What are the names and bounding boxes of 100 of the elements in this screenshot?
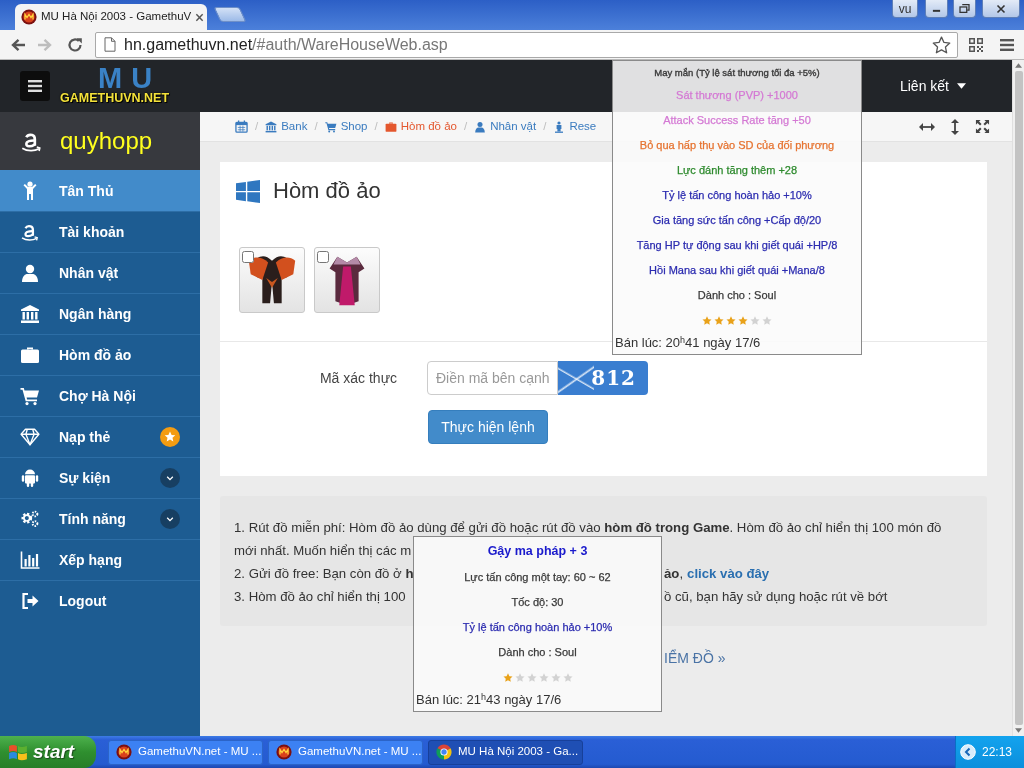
- breadcrumb-link[interactable]: Hòm đồ ảo: [384, 117, 457, 136]
- item-checkbox[interactable]: [242, 251, 254, 263]
- ring-logo-icon: [436, 744, 452, 760]
- bookmark-star-icon[interactable]: [932, 35, 951, 54]
- calendar-icon[interactable]: [235, 120, 248, 133]
- star-icon: [550, 673, 561, 682]
- gears-icon: [20, 509, 40, 529]
- emblem-icon: [21, 9, 37, 25]
- taskbar-button[interactable]: GamethuVN.net - MU ...: [268, 739, 423, 765]
- star-icon: [726, 316, 736, 325]
- back-icon[interactable]: [10, 37, 26, 52]
- breadcrumb-separator: /: [313, 118, 319, 134]
- star-badge-icon: [160, 427, 180, 447]
- windows-icon: [236, 179, 260, 203]
- captcha-input[interactable]: Điền mã bên cạnh: [427, 361, 558, 395]
- breadcrumb-link[interactable]: Shop: [324, 117, 368, 136]
- stat-line: Tỷ lệ tấn công hoàn hảo +10%: [662, 189, 812, 202]
- sidebar-item[interactable]: Tính năng: [0, 498, 200, 539]
- info-text: ảo,: [664, 565, 684, 583]
- sidebar-item[interactable]: Nạp thẻ: [0, 416, 200, 457]
- sidebar-item[interactable]: Sự kiện: [0, 457, 200, 498]
- username: quyhopp: [60, 126, 153, 156]
- stat-line: Attack Success Rate tăng +50: [663, 114, 811, 127]
- robot-icon: [20, 468, 40, 488]
- caret-icon: [957, 83, 966, 89]
- info-text: ồ cũ, bạn hãy sử dụng hoặc rút về bớt: [664, 588, 888, 606]
- captcha-label: Mã xác thực: [319, 369, 397, 386]
- reload-icon[interactable]: [67, 36, 83, 53]
- stat-line: Tăng HP tự động sau khi giết quái +HP/8: [636, 239, 838, 252]
- item-tile[interactable]: [314, 247, 380, 313]
- clock-text: 22:13: [982, 744, 1013, 761]
- taskbar-button[interactable]: MU Hà Nội 2003 - Ga...: [428, 739, 583, 765]
- item-name: Gậy ma pháp + 3: [487, 542, 588, 560]
- stat-line: Dành cho : Soul: [697, 289, 777, 302]
- scroll-up-icon[interactable]: [1015, 63, 1022, 68]
- user-icon: [474, 120, 487, 133]
- emblem-icon: [276, 744, 292, 760]
- start-button[interactable]: start: [0, 736, 96, 768]
- smile-logo-icon: [20, 222, 40, 242]
- address-field[interactable]: hn.gamethuvn.net/#auth/WareHouseWeb.asp: [95, 31, 958, 58]
- breadcrumb-link[interactable]: Rese: [553, 117, 597, 136]
- logo-text: GAMETHUVN.NET: [60, 91, 170, 105]
- sidebar-item[interactable]: Tân Thủ: [0, 170, 200, 211]
- profile-button[interactable]: vu: [892, 0, 918, 18]
- stat-line: Tỷ lệ tấn công hoàn hảo +10%: [462, 621, 613, 634]
- cart-icon: [20, 386, 40, 406]
- sidebar-item[interactable]: Hòm đồ ảo: [0, 334, 200, 375]
- scrollbar-thumb[interactable]: [1014, 71, 1023, 725]
- minimize-button[interactable]: [925, 0, 948, 18]
- stat-line: Gia tăng sức tấn công +Cấp độ/20: [652, 214, 822, 227]
- close-button[interactable]: [982, 0, 1020, 18]
- stat-line: Tốc độ: 30: [511, 596, 564, 609]
- breadcrumb-separator: /: [462, 118, 469, 134]
- star-icon: [750, 316, 760, 325]
- info-text: 1. Rút đồ miễn phí: Hòm đồ ảo dùng để gửi đồ hoặc rút đồ vào hòm đồ trong Game. Hòm đồ ảo chỉ hiển thị 100 món đồ: [234, 519, 942, 537]
- info-text: 2. Gửi đồ free: Bạn còn đồ ở h: [234, 565, 414, 583]
- close-icon[interactable]: [195, 12, 205, 22]
- star-icon: [762, 316, 772, 325]
- breadcrumb-link[interactable]: Nhân vật: [474, 117, 537, 136]
- submit-button[interactable]: Thực hiện lệnh: [428, 410, 548, 444]
- breadcrumb-link[interactable]: Bank: [265, 117, 308, 136]
- item-checkbox[interactable]: [317, 251, 329, 263]
- breadcrumb-separator: /: [254, 118, 260, 134]
- stat-line: Lực tấn công một tay: 60 ~ 62: [464, 571, 611, 584]
- star-icon: [714, 316, 724, 325]
- sale-time: Bán lúc: 20$^{h}$41 ngày 17/6: [615, 335, 761, 351]
- restore-button[interactable]: [953, 0, 976, 18]
- click-here-link[interactable]: click vào đây: [687, 562, 770, 585]
- footer-link[interactable]: IỂM ĐỒ »: [664, 650, 726, 666]
- page-icon: [104, 37, 116, 52]
- qr-code-icon[interactable]: [968, 36, 984, 53]
- logo-letters: MU: [98, 67, 162, 90]
- close-icon: [996, 3, 1006, 14]
- stat-line: May mắn (Tỷ lệ sát thương tối đa +5%): [654, 65, 820, 79]
- links-menu[interactable]: Liên kết: [899, 75, 966, 97]
- scrollbar[interactable]: [1012, 60, 1024, 736]
- stat-line: Hồi Mana sau khi giết quái +Mana/8: [649, 264, 825, 277]
- briefcase-icon: [20, 345, 40, 365]
- star-icon: [562, 673, 573, 682]
- star-icon: [702, 316, 712, 325]
- browser-tab[interactable]: MU Hà Nội 2003 - GamethuV: [15, 4, 207, 30]
- sidebar-item[interactable]: Ngân hàng: [0, 293, 200, 334]
- item-tile[interactable]: [239, 247, 305, 313]
- vertical-arrows-icon[interactable]: [950, 118, 960, 135]
- restore-icon: [959, 4, 970, 13]
- star-icon: [502, 673, 513, 682]
- star-icon: [738, 316, 748, 325]
- menu-button[interactable]: [20, 71, 50, 101]
- url-text: hn.gamethuvn.net/#auth/WareHouseWeb.asp: [124, 34, 448, 55]
- cart-icon: [324, 120, 337, 133]
- bar-chart-icon: [20, 550, 40, 570]
- taskbar-button[interactable]: GamethuVN.net - MU ...: [108, 739, 263, 765]
- chevron-left-icon[interactable]: [960, 744, 976, 760]
- horizontal-arrows-icon[interactable]: [919, 121, 935, 132]
- expand-icon[interactable]: [975, 119, 990, 134]
- breadcrumb-separator: /: [542, 118, 548, 134]
- briefcase-icon: [384, 120, 397, 133]
- scroll-down-icon[interactable]: [1015, 728, 1022, 733]
- bank-icon: [20, 304, 40, 324]
- menu-icon[interactable]: [1000, 38, 1014, 51]
